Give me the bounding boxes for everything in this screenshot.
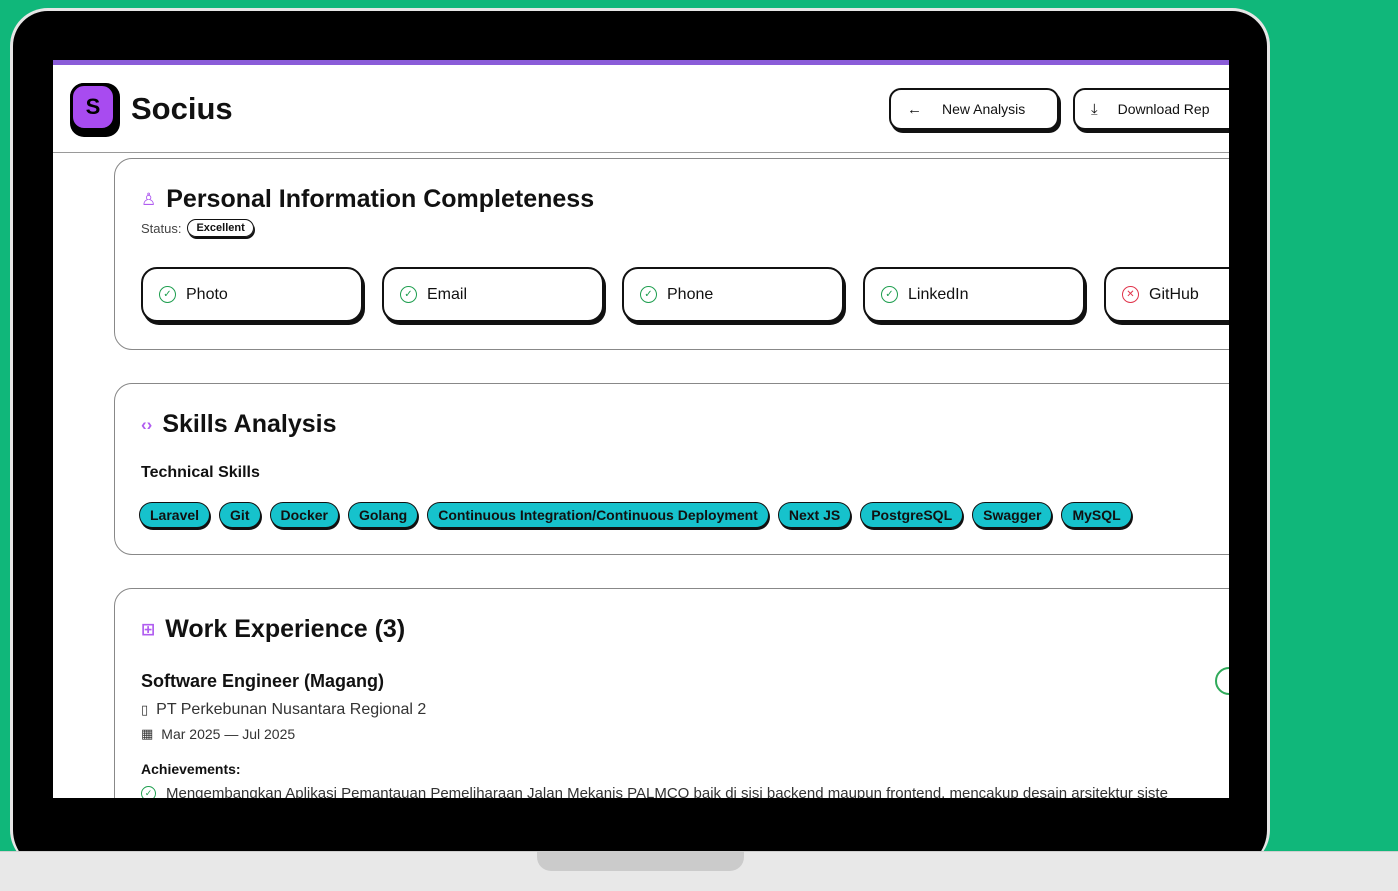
completeness-label: GitHub bbox=[1149, 285, 1199, 303]
company-name: PT Perkebunan Nusantara Regional 2 bbox=[156, 701, 427, 718]
download-report-label: Download Rep bbox=[1117, 101, 1210, 117]
skill-tag: Laravel bbox=[139, 502, 211, 528]
check-circle-icon: ✓ bbox=[141, 786, 156, 798]
status-label: Status: bbox=[141, 220, 182, 236]
x-circle-icon: ✕ bbox=[1122, 286, 1139, 303]
achievement-text: Mengembangkan Aplikasi Pemantauan Pemeli… bbox=[166, 785, 1168, 798]
logo-letter: S bbox=[70, 83, 116, 131]
completeness-photo[interactable]: ✓ Photo bbox=[141, 267, 363, 322]
personal-info-title: ♙ Personal Information Completeness bbox=[141, 185, 594, 214]
technical-skills-heading: Technical Skills bbox=[141, 464, 260, 481]
date-line: ▦ Mar 2025 — Jul 2025 bbox=[141, 726, 295, 742]
code-icon: ‹› bbox=[141, 414, 153, 434]
laptop-notch bbox=[537, 851, 744, 871]
screen: S Socius ← New Analysis ⤓ Download Rep ♙… bbox=[53, 60, 1229, 798]
logo[interactable]: S bbox=[70, 83, 120, 137]
check-circle-icon: ✓ bbox=[881, 286, 898, 303]
skill-tag: Docker bbox=[269, 502, 339, 528]
skill-tag: Golang bbox=[347, 502, 419, 528]
person-icon: ♙ bbox=[141, 189, 157, 209]
skill-tag: Continuous Integration/Continuous Deploy… bbox=[427, 502, 769, 528]
skill-tag: Swagger bbox=[972, 502, 1053, 528]
download-icon: ⤓ bbox=[1091, 100, 1098, 118]
work-experience-card: ⊞ Work Experience (3) Software Engineer … bbox=[114, 588, 1229, 798]
achievement-item: ✓ Mengembangkan Aplikasi Pemantauan Peme… bbox=[141, 785, 1168, 798]
job-dates: Mar 2025 — Jul 2025 bbox=[161, 726, 296, 742]
new-analysis-label: New Analysis bbox=[942, 101, 1026, 117]
new-analysis-button[interactable]: ← New Analysis bbox=[889, 88, 1059, 130]
skill-tag: PostgreSQL bbox=[860, 502, 964, 528]
company-line: ▯ PT Perkebunan Nusantara Regional 2 bbox=[141, 701, 426, 719]
completeness-label: Photo bbox=[186, 285, 228, 303]
briefcase-icon: ⊞ bbox=[141, 619, 156, 639]
arrow-left-icon: ← bbox=[907, 100, 922, 118]
skill-tag: Next JS bbox=[777, 502, 852, 528]
work-experience-title-text: Work Experience (3) bbox=[165, 615, 406, 643]
skills-card: ‹› Skills Analysis Technical Skills Lara… bbox=[114, 383, 1229, 555]
skill-tag: MySQL bbox=[1061, 502, 1132, 528]
app-header: S Socius ← New Analysis ⤓ Download Rep bbox=[53, 65, 1229, 153]
completeness-github[interactable]: ✕ GitHub bbox=[1104, 267, 1229, 322]
skills-title: ‹› Skills Analysis bbox=[141, 410, 337, 439]
download-report-button[interactable]: ⤓ Download Rep bbox=[1073, 88, 1229, 130]
personal-info-title-text: Personal Information Completeness bbox=[166, 185, 595, 213]
completeness-linkedin[interactable]: ✓ LinkedIn bbox=[863, 267, 1085, 322]
completeness-label: LinkedIn bbox=[908, 285, 969, 303]
status-badge: Excellent bbox=[187, 219, 254, 237]
skills-title-text: Skills Analysis bbox=[162, 410, 337, 438]
check-circle-icon: ✓ bbox=[159, 286, 176, 303]
completeness-phone[interactable]: ✓ Phone bbox=[622, 267, 844, 322]
completeness-label: Email bbox=[427, 285, 468, 303]
building-icon: ▯ bbox=[141, 702, 149, 717]
score-ring bbox=[1215, 667, 1229, 695]
check-circle-icon: ✓ bbox=[640, 286, 657, 303]
job-title: Software Engineer (Magang) bbox=[141, 671, 385, 691]
achievements-heading: Achievements: bbox=[141, 761, 241, 777]
completeness-email[interactable]: ✓ Email bbox=[382, 267, 604, 322]
skill-tag: Git bbox=[219, 502, 261, 528]
app-name: Socius bbox=[131, 91, 233, 126]
check-circle-icon: ✓ bbox=[400, 286, 417, 303]
status-row: Status: Excellent bbox=[141, 219, 254, 237]
work-experience-title: ⊞ Work Experience (3) bbox=[141, 615, 405, 644]
personal-info-card: ♙ Personal Information Completeness Stat… bbox=[114, 158, 1229, 350]
completeness-label: Phone bbox=[667, 285, 714, 303]
technical-skills-list: Laravel Git Docker Golang Continuous Int… bbox=[139, 502, 1132, 528]
calendar-icon: ▦ bbox=[141, 726, 154, 741]
